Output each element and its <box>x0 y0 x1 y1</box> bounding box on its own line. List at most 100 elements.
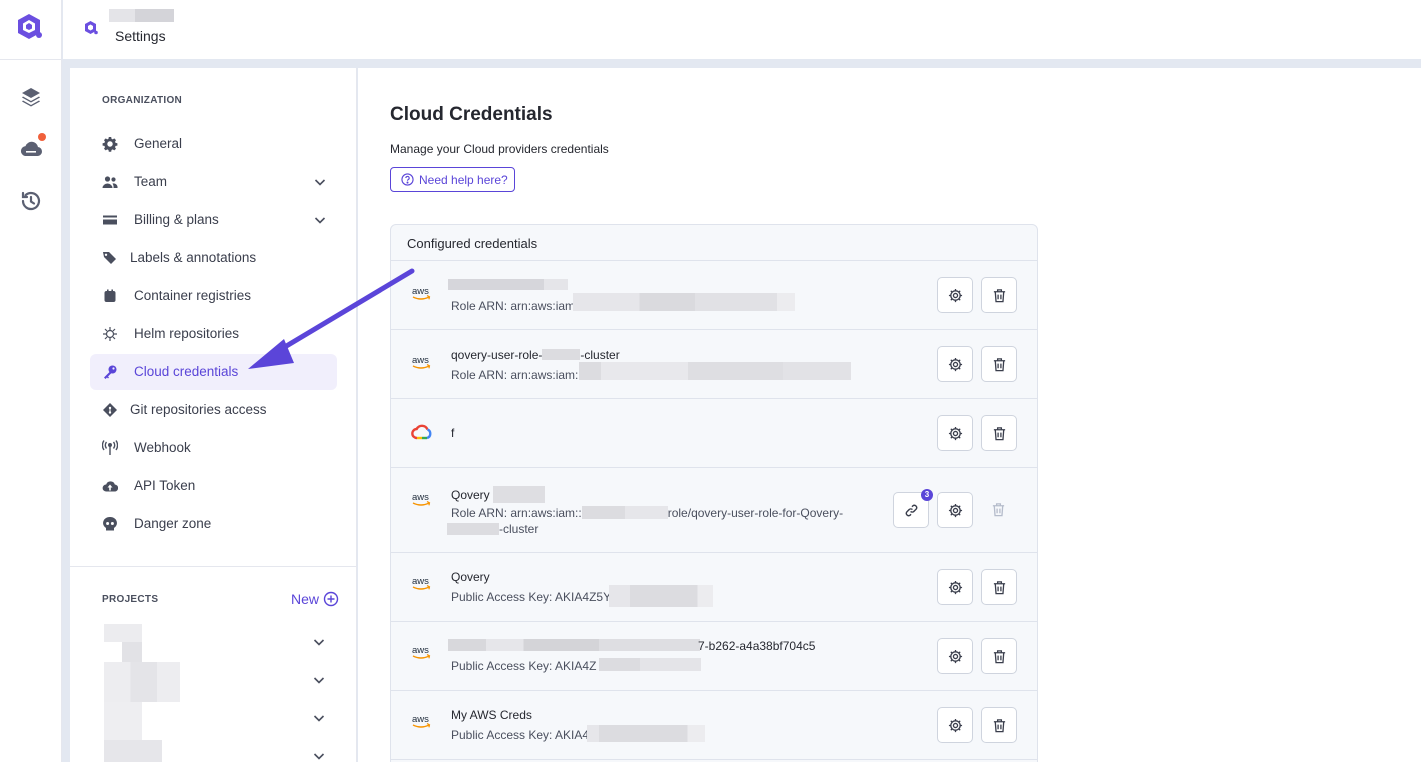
gear-icon <box>948 426 963 441</box>
new-project-label: New <box>291 591 320 607</box>
credential-settings-button[interactable] <box>937 638 973 674</box>
annotation-arrow-icon <box>248 268 415 369</box>
sidebar-item-label: Cloud credentials <box>134 364 239 379</box>
page-title: Cloud Credentials <box>390 104 553 125</box>
need-help-button[interactable]: Need help here? <box>390 167 515 192</box>
sidebar-item-label: Git repositories access <box>130 402 267 417</box>
credential-detail-redacted <box>609 585 713 607</box>
git-icon <box>103 403 117 417</box>
rail-divider <box>0 59 62 60</box>
credential-settings-button[interactable] <box>937 277 973 313</box>
google-cloud-icon <box>411 424 432 440</box>
credential-detail-redacted <box>579 362 851 380</box>
box-icon <box>104 289 116 302</box>
gear-icon <box>102 137 118 152</box>
trash-icon <box>993 289 1006 303</box>
credential-name-redacted <box>542 349 581 360</box>
linked-clusters-button[interactable]: 3 <box>893 489 933 528</box>
key-icon <box>104 365 117 379</box>
chevron-down-icon[interactable] <box>313 175 327 189</box>
credential-settings-button[interactable] <box>937 569 973 605</box>
sidebar-item-label: Danger zone <box>134 516 212 531</box>
sidebar-item-danger-zone[interactable]: Danger zone <box>90 506 337 542</box>
skull-icon <box>103 516 117 531</box>
project-name-redacted[interactable] <box>104 740 162 762</box>
project-name-redacted[interactable] <box>104 702 142 740</box>
aws-icon: aws <box>412 645 431 659</box>
trash-icon <box>993 427 1006 441</box>
credential-name-prefix: Qovery <box>451 488 490 502</box>
new-project-button[interactable]: New <box>291 591 339 607</box>
credential-delete-button-disabled <box>981 492 1017 528</box>
svg-text:aws: aws <box>412 645 429 656</box>
gear-icon <box>948 580 963 595</box>
sidebar-item-label: Container registries <box>134 288 252 303</box>
chevron-down-icon[interactable] <box>312 711 326 725</box>
app-rail <box>0 0 62 762</box>
credential-detail: Role ARN: arn:aws:iam:: role/qovery-user-… <box>451 506 843 520</box>
credentials-panel-header: Configured credentials <box>391 225 1037 261</box>
credential-detail: Public Access Key: AKIA4Z5Y <box>451 590 612 604</box>
notification-dot <box>38 133 46 141</box>
credential-detail: Public Access Key: AKIA4Z <box>451 659 597 673</box>
credential-settings-button[interactable] <box>937 415 973 451</box>
credential-detail-redacted <box>447 523 499 535</box>
credential-name: My AWS Creds <box>451 708 532 722</box>
chevron-down-icon[interactable] <box>312 673 326 687</box>
sidebar-item-label: Labels & annotations <box>130 250 257 265</box>
credentials-panel-title: Configured credentials <box>407 236 538 251</box>
chevron-down-icon[interactable] <box>312 635 326 649</box>
sidebar-item-label: Helm repositories <box>134 326 240 341</box>
credential-delete-button[interactable] <box>981 569 1017 605</box>
credential-delete-button[interactable] <box>981 707 1017 743</box>
aws-icon: aws <box>412 576 431 590</box>
credential-settings-button[interactable] <box>937 492 973 528</box>
qovery-logo-icon[interactable] <box>15 12 45 42</box>
credential-delete-button[interactable] <box>981 415 1017 451</box>
settings-sidebar: ORGANIZATION General Team Billing & plan… <box>70 68 357 762</box>
project-name-redacted[interactable] <box>104 624 142 642</box>
svg-text:aws: aws <box>412 714 429 725</box>
credential-delete-button[interactable] <box>981 638 1017 674</box>
page-subtitle: Manage your Cloud providers credentials <box>390 142 609 156</box>
credential-detail: Role ARN: arn:aws:iam <box>451 299 576 313</box>
link-icon <box>905 504 918 517</box>
credential-settings-button[interactable] <box>937 346 973 382</box>
sidebar-item-label: Webhook <box>134 440 191 455</box>
credential-row: aws My AWS Creds Public Access Key: AKIA… <box>391 691 1037 760</box>
credential-detail-redacted <box>573 293 795 311</box>
credential-name: f <box>451 426 455 440</box>
project-name-redacted[interactable] <box>122 642 142 662</box>
sidebar-item-git-repositories[interactable]: Git repositories access <box>90 392 337 428</box>
credential-detail-suffix: -cluster <box>499 522 539 536</box>
credential-row: aws qovery-user-role- -cluster Role ARN: … <box>391 330 1037 399</box>
credential-delete-button[interactable] <box>981 277 1017 313</box>
project-name-redacted[interactable] <box>104 662 180 702</box>
credential-name: Qovery <box>451 486 546 503</box>
layers-icon[interactable] <box>19 85 43 109</box>
need-help-label: Need help here? <box>419 173 508 187</box>
sidebar-item-webhook[interactable]: Webhook <box>90 430 337 466</box>
credential-name-redacted <box>448 639 700 651</box>
credential-settings-button[interactable] <box>937 707 973 743</box>
organization-name-redacted <box>109 9 174 22</box>
svg-text:aws: aws <box>412 492 429 503</box>
page-header-title: Settings <box>115 28 166 44</box>
sidebar-item-api-token[interactable]: API Token <box>90 468 337 504</box>
sidebar-item-billing[interactable]: Billing & plans <box>90 202 337 238</box>
credential-delete-button[interactable] <box>981 346 1017 382</box>
sidebar-item-general[interactable]: General <box>90 126 337 162</box>
chevron-down-icon[interactable] <box>312 749 326 762</box>
credential-name: qovery-user-role- -cluster <box>451 348 620 362</box>
helm-icon <box>103 327 117 341</box>
organization-section-title: ORGANIZATION <box>102 95 183 106</box>
webhook-icon <box>102 440 118 455</box>
history-icon[interactable] <box>19 189 43 213</box>
trash-icon <box>993 358 1006 372</box>
projects-section-title: PROJECTS <box>102 594 159 605</box>
gear-icon <box>948 357 963 372</box>
trash-icon <box>993 581 1006 595</box>
credential-detail-prefix: Role ARN: arn:aws:iam:: <box>451 506 582 520</box>
chevron-down-icon[interactable] <box>313 213 327 227</box>
sidebar-item-team[interactable]: Team <box>90 164 337 200</box>
